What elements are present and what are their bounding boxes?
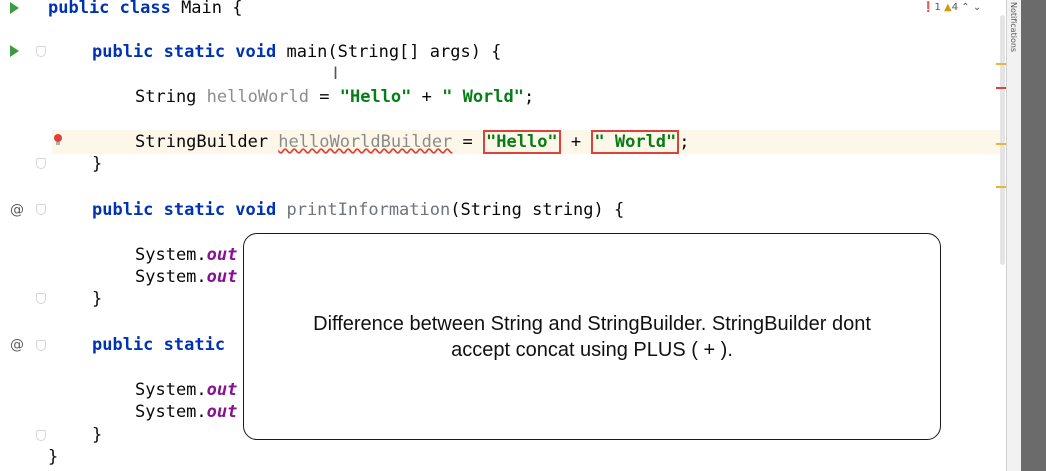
code-text: System.: [135, 267, 207, 287]
code-line[interactable]: }: [92, 287, 102, 311]
fold-icon[interactable]: [36, 46, 46, 57]
operator: +: [560, 132, 592, 152]
string-literal: "Hello": [339, 87, 412, 107]
fold-icon[interactable]: [36, 430, 46, 441]
type-name: StringBuilder: [135, 132, 279, 152]
code-text: System.: [135, 380, 207, 400]
code-text: System.: [135, 402, 207, 422]
code-line[interactable]: System.out: [135, 400, 237, 424]
variable-name: helloWorldBuilder: [278, 132, 453, 152]
fold-icon[interactable]: [36, 293, 46, 304]
code-text: System.: [135, 245, 207, 265]
callout-line-1: Difference between String and StringBuil…: [313, 312, 871, 335]
field-name: out: [206, 402, 238, 422]
vertical-scrollbar[interactable]: [1000, 15, 1005, 265]
warning-marker[interactable]: [996, 143, 1006, 145]
method-name: printInformation: [276, 200, 451, 220]
operator: =: [452, 132, 484, 152]
annotation-callout: Difference between String and StringBuil…: [243, 233, 941, 440]
chevron-down-icon[interactable]: ⌄: [973, 2, 981, 13]
right-tool-strip: Notifications: [1006, 0, 1046, 471]
error-string-literal[interactable]: "Hello": [483, 130, 561, 154]
code-text: Main {: [170, 0, 243, 18]
string-literal: " World": [442, 87, 524, 107]
code-line[interactable]: }: [48, 445, 58, 469]
error-marker[interactable]: [996, 87, 1006, 89]
callout-line-2: accept concat using PLUS ( + ).: [451, 338, 733, 361]
field-name: out: [206, 245, 238, 265]
keyword: public static void: [92, 200, 277, 220]
type-name: String: [135, 87, 207, 107]
field-name: out: [206, 267, 238, 287]
code-line[interactable]: }: [92, 423, 102, 447]
variable-name: helloWorld: [206, 87, 310, 107]
fold-icon[interactable]: [36, 204, 46, 215]
error-bulb-icon[interactable]: [54, 134, 62, 146]
keyword: public static void: [92, 42, 277, 62]
error-count: 1: [934, 2, 941, 13]
annotation-at-icon: @: [10, 337, 24, 353]
annotation-at-icon: @: [10, 202, 24, 218]
code-line[interactable]: }: [92, 152, 102, 176]
editor-gutter: [0, 0, 52, 471]
notifications-tab[interactable]: Notifications: [1006, 0, 1021, 471]
warning-icon: ▲: [944, 2, 952, 13]
operator: =: [309, 87, 340, 107]
warning-marker[interactable]: [996, 186, 1006, 188]
warning-count: 4: [951, 2, 959, 13]
field-name: out: [206, 380, 238, 400]
semicolon: ;: [679, 132, 690, 152]
code-line[interactable]: System.out: [135, 378, 237, 402]
error-icon: ❗: [922, 2, 935, 13]
code-line-error[interactable]: StringBuilder helloWorldBuilder = "Hello…: [135, 130, 690, 154]
chevron-up-icon[interactable]: ⌃: [961, 2, 969, 13]
code-line[interactable]: public static: [92, 333, 225, 357]
code-line[interactable]: System.out: [135, 243, 237, 267]
error-string-literal[interactable]: " World": [591, 130, 680, 154]
code-line[interactable]: String helloWorld = "Hello" + " World";: [135, 85, 534, 109]
notifications-label: Notifications: [1009, 2, 1018, 53]
code-line[interactable]: System.out: [135, 265, 237, 289]
code-text: main(String[] args) {: [276, 42, 502, 62]
code-line[interactable]: public static void main(String[] args) {: [92, 40, 501, 64]
fold-icon[interactable]: [36, 158, 46, 169]
keyword: public static: [92, 335, 226, 355]
operator: +: [411, 87, 443, 107]
inspection-widget[interactable]: ❗1 ▲4 ⌃ ⌄: [922, 2, 981, 13]
keyword: public class: [48, 0, 171, 18]
code-line[interactable]: public class Main {: [48, 0, 242, 20]
text-cursor-icon: I: [333, 64, 339, 84]
run-class-icon[interactable]: [10, 2, 19, 14]
code-line[interactable]: public static void printInformation(Stri…: [92, 198, 624, 222]
fold-icon[interactable]: [36, 340, 46, 351]
run-main-icon[interactable]: [10, 45, 19, 57]
code-text: (String string) {: [450, 200, 625, 220]
semicolon: ;: [524, 87, 535, 107]
warning-marker[interactable]: [996, 63, 1006, 65]
